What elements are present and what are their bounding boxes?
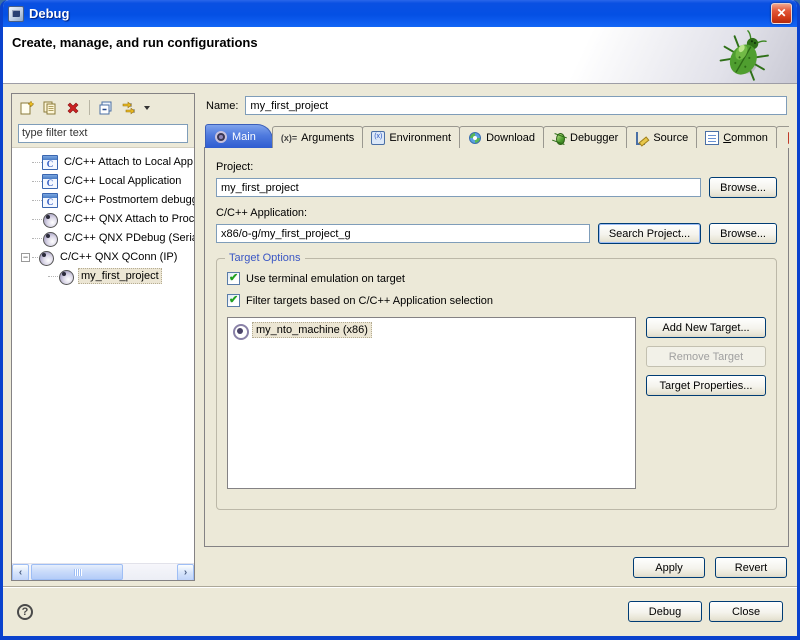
toolbar-separator bbox=[89, 100, 90, 115]
qnx-sphere-icon bbox=[42, 231, 58, 246]
delete-configuration-icon[interactable] bbox=[64, 99, 82, 116]
main-tab-content: Project: Browse... C/C++ Application: Se… bbox=[204, 147, 789, 547]
qnx-sphere-icon bbox=[38, 250, 54, 265]
collapse-all-icon[interactable] bbox=[97, 99, 115, 116]
application-input[interactable] bbox=[216, 224, 590, 243]
c-application-icon bbox=[42, 155, 58, 170]
qnx-sphere-icon bbox=[58, 269, 74, 284]
tree-item-my-first-project[interactable]: my_first_project bbox=[12, 267, 194, 286]
target-options-title: Target Options bbox=[225, 252, 305, 264]
common-list-icon bbox=[705, 131, 719, 145]
close-icon[interactable]: ✕ bbox=[771, 3, 792, 24]
filter-targets-checkbox[interactable] bbox=[227, 294, 240, 307]
banner-title: Create, manage, and run configurations bbox=[12, 35, 258, 50]
debug-dialog-window: Debug ✕ Create, manage, and run configur… bbox=[0, 0, 800, 640]
main-area: C/C++ Attach to Local App C/C++ Local Ap… bbox=[3, 84, 797, 586]
terminal-emulation-checkbox-row[interactable]: Use terminal emulation on target bbox=[227, 272, 766, 285]
scroll-left-icon[interactable]: ‹ bbox=[12, 564, 29, 580]
debug-button[interactable]: Debug bbox=[628, 601, 702, 622]
arguments-icon: (x)= bbox=[281, 131, 297, 145]
header-banner: Create, manage, and run configurations bbox=[3, 27, 797, 84]
filter-menu-chevron-down-icon[interactable] bbox=[144, 106, 150, 110]
target-properties-button[interactable]: Target Properties... bbox=[646, 375, 766, 396]
target-list[interactable]: my_nto_machine (x86) bbox=[227, 317, 636, 489]
application-label: C/C++ Application: bbox=[216, 207, 777, 219]
dialog-icon bbox=[8, 6, 24, 22]
new-configuration-icon[interactable] bbox=[18, 99, 36, 116]
c-application-icon bbox=[42, 174, 58, 189]
tree-item-qnx-pdebug[interactable]: C/C++ QNX PDebug (Serial bbox=[12, 229, 194, 248]
apply-revert-row: Apply Revert bbox=[204, 547, 789, 581]
configurations-tree: C/C++ Attach to Local App C/C++ Local Ap… bbox=[12, 147, 194, 581]
target-item-my-nto-machine[interactable]: my_nto_machine (x86) bbox=[232, 322, 631, 338]
bug-image bbox=[713, 27, 779, 83]
dialog-button-bar: ? Debug Close bbox=[3, 587, 797, 636]
configurations-toolbar bbox=[12, 94, 194, 121]
name-label: Name: bbox=[206, 100, 238, 112]
target-options-group: Target Options Use terminal emulation on… bbox=[216, 258, 777, 510]
tab-arguments[interactable]: (x)= Arguments bbox=[272, 126, 363, 148]
title-bar[interactable]: Debug ✕ bbox=[3, 0, 797, 27]
scroll-right-icon[interactable]: › bbox=[177, 564, 194, 580]
filter-configurations-icon[interactable] bbox=[120, 99, 138, 116]
qnx-sphere-icon bbox=[42, 212, 58, 227]
tab-common[interactable]: Common bbox=[696, 126, 777, 148]
tab-source[interactable]: Source bbox=[626, 126, 697, 148]
add-new-target-button[interactable]: Add New Target... bbox=[646, 317, 766, 338]
tab-debugger[interactable]: Debugger bbox=[543, 126, 627, 148]
filter-input[interactable] bbox=[18, 124, 188, 143]
tree-item-qnx-qconn[interactable]: − C/C++ QNX QConn (IP) bbox=[12, 248, 194, 267]
configurations-panel: C/C++ Attach to Local App C/C++ Local Ap… bbox=[11, 93, 195, 581]
search-project-button[interactable]: Search Project... bbox=[598, 223, 701, 244]
c-application-icon bbox=[42, 193, 58, 208]
tab-tools[interactable]: Tools bbox=[776, 126, 789, 148]
project-input[interactable] bbox=[216, 178, 701, 197]
terminal-emulation-checkbox[interactable] bbox=[227, 272, 240, 285]
config-tab-bar: Main (x)= Arguments Environment Download… bbox=[204, 124, 789, 148]
source-tree-icon bbox=[635, 131, 649, 145]
tab-download[interactable]: Download bbox=[459, 126, 544, 148]
window-title: Debug bbox=[29, 6, 771, 21]
tab-environment[interactable]: Environment bbox=[362, 126, 460, 148]
project-label: Project: bbox=[216, 161, 777, 173]
scrollbar-thumb[interactable] bbox=[31, 564, 123, 580]
remove-target-button[interactable]: Remove Target bbox=[646, 346, 766, 367]
download-disc-icon bbox=[468, 131, 482, 145]
application-browse-button[interactable]: Browse... bbox=[709, 223, 777, 244]
project-browse-button[interactable]: Browse... bbox=[709, 177, 777, 198]
target-bullseye-icon bbox=[232, 323, 248, 338]
tab-main[interactable]: Main bbox=[205, 124, 273, 148]
tools-icon bbox=[785, 131, 789, 145]
debugger-bug-icon bbox=[552, 131, 566, 145]
main-target-icon bbox=[214, 130, 228, 144]
close-button[interactable]: Close bbox=[709, 601, 783, 622]
tree-item-postmortem[interactable]: C/C++ Postmortem debugg bbox=[12, 191, 194, 210]
tree-item-qnx-attach[interactable]: C/C++ QNX Attach to Proc bbox=[12, 210, 194, 229]
filter-field-wrap bbox=[18, 123, 188, 143]
environment-monitor-icon bbox=[371, 131, 385, 145]
revert-button[interactable]: Revert bbox=[715, 557, 787, 578]
help-icon[interactable]: ? bbox=[17, 604, 33, 620]
name-input[interactable] bbox=[245, 96, 787, 115]
scrollbar-track[interactable] bbox=[123, 564, 177, 580]
tree-item-local-application[interactable]: C/C++ Local Application bbox=[12, 172, 194, 191]
configuration-editor: Name: Main (x)= Arguments Environment bbox=[204, 93, 789, 581]
filter-targets-checkbox-row[interactable]: Filter targets based on C/C++ Applicatio… bbox=[227, 294, 766, 307]
collapse-expander-icon[interactable]: − bbox=[21, 253, 30, 262]
duplicate-configuration-icon[interactable] bbox=[41, 99, 59, 116]
tree-item-attach-local[interactable]: C/C++ Attach to Local App bbox=[12, 153, 194, 172]
tree-horizontal-scrollbar[interactable]: ‹ › bbox=[12, 563, 194, 580]
apply-button[interactable]: Apply bbox=[633, 557, 705, 578]
